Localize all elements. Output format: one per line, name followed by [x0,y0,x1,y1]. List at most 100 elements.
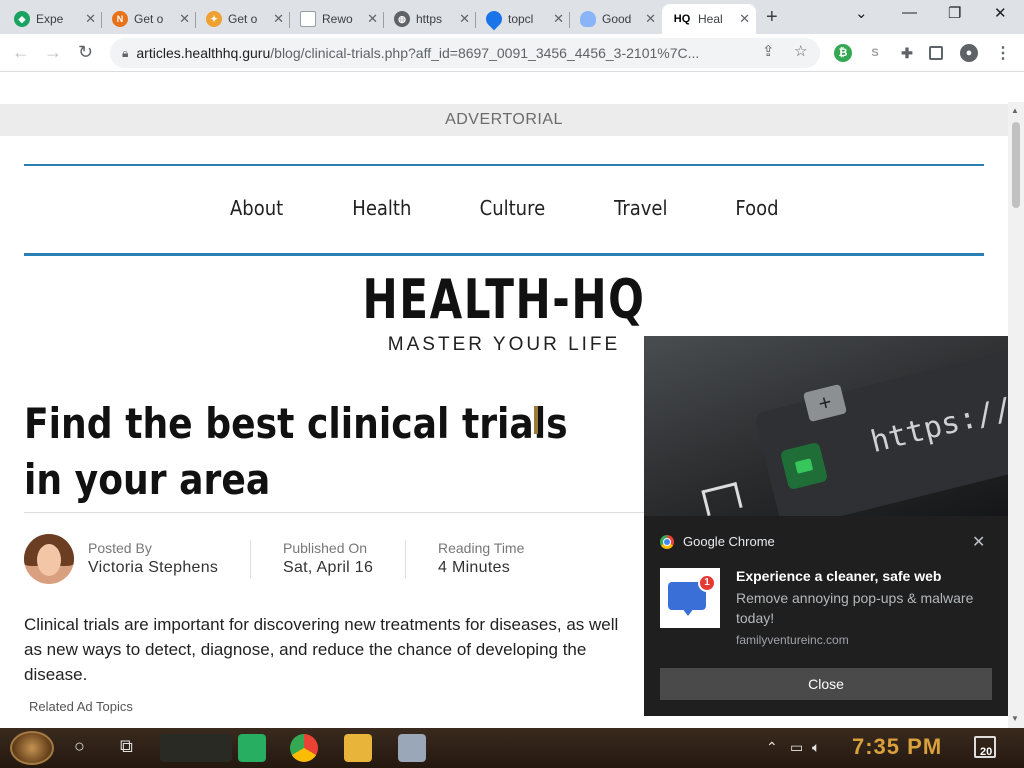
dismiss-notification-icon[interactable]: ✕ [972,532,985,552]
scrollbar-thumb[interactable] [1012,122,1020,208]
forward-icon[interactable]: → [44,42,62,63]
menu-item-culture[interactable]: Culture [480,196,546,220]
close-tab-icon[interactable]: ✕ [645,11,656,27]
scroll-down-icon[interactable]: ▼ [1011,714,1019,723]
notification-title: Experience a cleaner, safe web [736,568,942,584]
tab-2[interactable]: N Get o ✕ [102,4,196,34]
main-menu: About Health Culture Travel Food [0,196,1008,220]
notification-count: 20 [980,746,993,758]
document-icon [300,11,316,27]
notification-app-name: Google Chrome [683,534,775,549]
reload-icon[interactable]: ↻ [78,42,93,63]
taskbar-clock[interactable]: 7:35 PM [852,734,942,760]
close-tab-icon[interactable]: ✕ [85,11,96,27]
extension-s-icon[interactable]: S [866,44,884,62]
reading-time-label: Reading Time [438,540,525,556]
tab-5[interactable]: ◍ https ✕ [384,4,476,34]
search-circle-icon[interactable]: ○ [74,736,85,757]
headline-divider [24,512,644,513]
article-intro: Clinical trials are important for discov… [24,615,619,684]
menu-kebab-icon[interactable]: ⋮ [994,44,1012,62]
tab-6[interactable]: topcl ✕ [476,4,570,34]
restore-icon[interactable]: ❐ [948,4,961,22]
page-scrollbar[interactable]: ▲ ▼ [1008,102,1024,728]
site-logo[interactable]: HEALTH-HQ [111,268,897,331]
advertorial-banner: ADVERTORIAL [0,104,1008,136]
hq-icon: HQ [673,13,691,25]
chrome-notification[interactable]: + https://w Google Chrome ✕ 1 Experience… [644,336,1008,716]
file-explorer-icon[interactable] [344,734,372,762]
tab-title: Good [602,12,632,26]
notification-body: Remove annoying pop-ups & malware today! [736,590,974,626]
tab-title: Rewo [322,12,353,26]
close-tab-icon[interactable]: ✕ [273,11,284,27]
menu-item-health[interactable]: Health [352,196,411,220]
green-diamond-icon: ◆ [14,11,30,27]
network-icon[interactable]: ▭ [790,739,803,756]
tab-title: Get o [134,12,164,26]
tab-title: Get o [228,12,258,26]
bookmark-star-icon[interactable]: ☆ [794,42,807,60]
close-tab-icon[interactable]: ✕ [553,11,564,27]
start-button[interactable] [10,731,54,765]
task-view-icon[interactable]: ⧉ [120,736,133,757]
tab-4[interactable]: Rewo ✕ [290,4,384,34]
back-icon[interactable]: ← [12,42,30,63]
menu-item-food[interactable]: Food [735,196,778,220]
tray-chevron-icon[interactable]: ⌃ [766,739,778,756]
n-badge-icon: N [112,11,128,27]
tab-title: https [416,12,443,26]
menu-item-travel[interactable]: Travel [614,196,668,220]
author-avatar [24,534,74,584]
published-date: Sat, April 16 [283,559,374,576]
browser-toolbar: ← → ↻ 🔒︎ articles.healthhq.guru/blog/cli… [0,34,1024,72]
url-domain: articles.healthhq.guru [136,45,271,61]
close-tab-icon[interactable]: ✕ [367,11,378,27]
article-headline: Find the best clinical trials in your ar… [24,399,568,504]
lock-icon[interactable]: 🔒︎ [122,46,128,61]
tab-7[interactable]: Good ✕ [570,4,662,34]
tab-1[interactable]: ◆ Expe ✕ [4,4,102,34]
extension-green-icon[interactable]: ₿ [834,44,852,62]
windows-taskbar: ○ ⧉ ⌃ ▭ 🔈︎ 7:35 PM 20 [0,728,1024,768]
volume-muted-icon[interactable]: 🔈︎ [812,739,820,756]
tab-search-icon[interactable]: ⌄ [855,4,868,22]
badge-count: 1 [698,574,716,592]
minimize-icon[interactable]: — [902,4,917,21]
share-icon[interactable]: ⇪ [762,42,775,60]
address-bar[interactable]: 🔒︎ articles.healthhq.guru/blog/clinical-… [110,38,820,68]
side-panel-icon[interactable] [929,46,943,60]
action-center-icon[interactable]: 20 [974,736,996,758]
home-icon [701,482,743,516]
message-bubble-icon: 1 [660,568,720,628]
task-manager-icon[interactable] [398,734,426,762]
notes-app-icon[interactable] [238,734,266,762]
cloud-icon [580,11,596,27]
close-tab-icon[interactable]: ✕ [179,11,190,27]
close-tab-icon[interactable]: ✕ [739,11,750,27]
tab-3[interactable]: ✦ Get o ✕ [196,4,290,34]
new-tab-icon[interactable]: + [766,6,778,29]
profile-avatar-icon[interactable]: ● [960,44,978,62]
related-ad-topics[interactable]: Related Ad Topics [29,699,133,714]
posted-by-label: Posted By [88,540,152,556]
scroll-up-icon[interactable]: ▲ [1011,106,1019,115]
meta-author: Posted By Victoria Stephens [88,540,218,577]
taskbar-slot[interactable] [160,734,232,762]
close-tab-icon[interactable]: ✕ [459,11,470,27]
tab-strip: ◆ Expe ✕ N Get o ✕ ✦ Get o ✕ Rewo ✕ ◍ ht… [0,0,1024,34]
globe-icon: ◍ [394,11,410,27]
notification-site: familyventureinc.com [736,633,849,647]
chrome-logo-icon [660,534,674,549]
author-name: Victoria Stephens [88,559,219,576]
chrome-taskbar-icon[interactable] [290,734,318,762]
meta-reading: Reading Time 4 Minutes [438,540,524,577]
close-button[interactable]: Close [660,668,992,700]
reading-time: 4 Minutes [438,559,511,576]
tab-title: topcl [508,12,534,26]
extensions-puzzle-icon[interactable]: ✚ [898,44,916,62]
tab-8-active[interactable]: HQ Heal ✕ [662,4,756,34]
menu-item-about[interactable]: About [230,196,283,220]
published-label: Published On [283,540,368,556]
close-window-icon[interactable]: ✕ [994,4,1007,22]
